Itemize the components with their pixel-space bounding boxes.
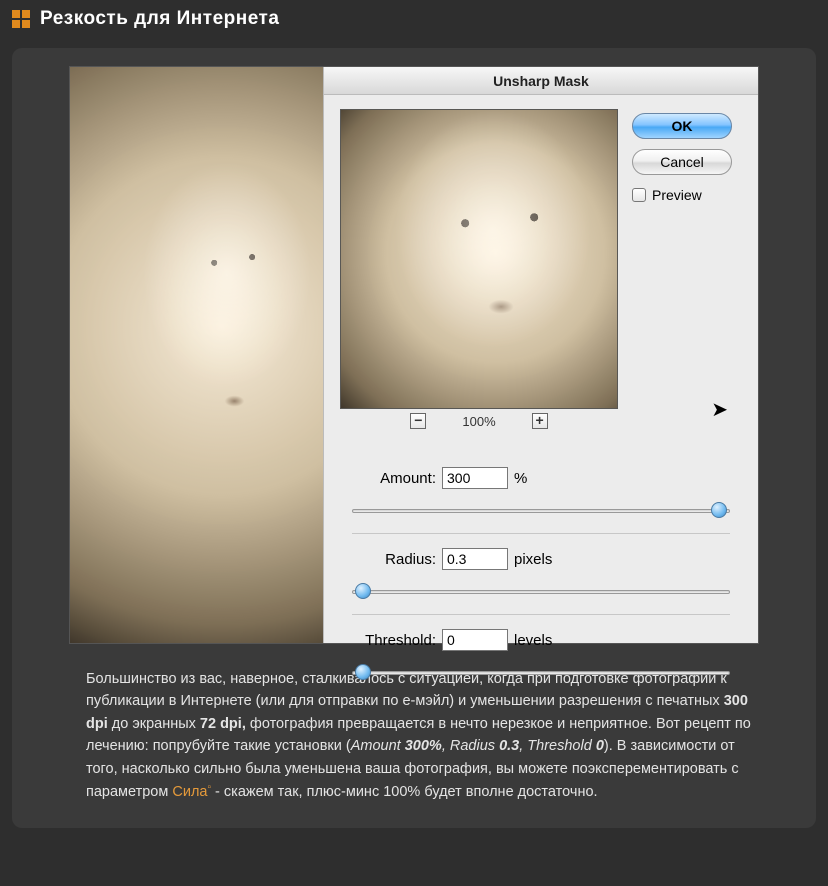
- dialog-title: Unsharp Mask: [324, 67, 758, 95]
- zoom-out-button[interactable]: −: [410, 413, 426, 429]
- source-photo: [70, 67, 323, 643]
- threshold-row: Threshold: levels: [340, 629, 742, 651]
- content-card: Unsharp Mask − 100% + OK: [12, 48, 816, 828]
- threshold-unit: levels: [514, 632, 552, 649]
- threshold-slider[interactable]: [352, 663, 730, 681]
- radius-slider[interactable]: [352, 582, 730, 600]
- zoom-in-button[interactable]: +: [532, 413, 548, 429]
- radius-slider-thumb[interactable]: [355, 583, 371, 599]
- amount-slider[interactable]: [352, 501, 730, 519]
- page-title: Резкость для Интернета: [40, 8, 279, 30]
- amount-row: Amount: %: [340, 467, 742, 489]
- amount-unit: %: [514, 470, 527, 487]
- sila-link[interactable]: Сила▫: [172, 784, 211, 800]
- preview-label: Preview: [652, 187, 702, 203]
- ok-button[interactable]: OK: [632, 113, 732, 139]
- amount-slider-thumb[interactable]: [711, 502, 727, 518]
- radius-input[interactable]: [442, 548, 508, 570]
- preview-image[interactable]: [340, 109, 618, 409]
- threshold-label: Threshold:: [350, 632, 436, 649]
- radius-row: Radius: pixels: [340, 548, 742, 570]
- amount-input[interactable]: [442, 467, 508, 489]
- threshold-input[interactable]: [442, 629, 508, 651]
- radius-unit: pixels: [514, 551, 552, 568]
- preview-checkbox[interactable]: [632, 188, 646, 202]
- cancel-button[interactable]: Cancel: [632, 149, 732, 175]
- amount-label: Amount:: [350, 470, 436, 487]
- zoom-level: 100%: [462, 414, 495, 429]
- zoom-controls: − 100% +: [340, 413, 618, 429]
- radius-label: Radius:: [350, 551, 436, 568]
- unsharp-mask-dialog: Unsharp Mask − 100% + OK: [323, 67, 758, 643]
- figure: Unsharp Mask − 100% + OK: [69, 66, 759, 644]
- page-header: Резкость для Интернета: [0, 0, 828, 38]
- grid-icon: [12, 10, 30, 28]
- threshold-slider-thumb[interactable]: [355, 664, 371, 680]
